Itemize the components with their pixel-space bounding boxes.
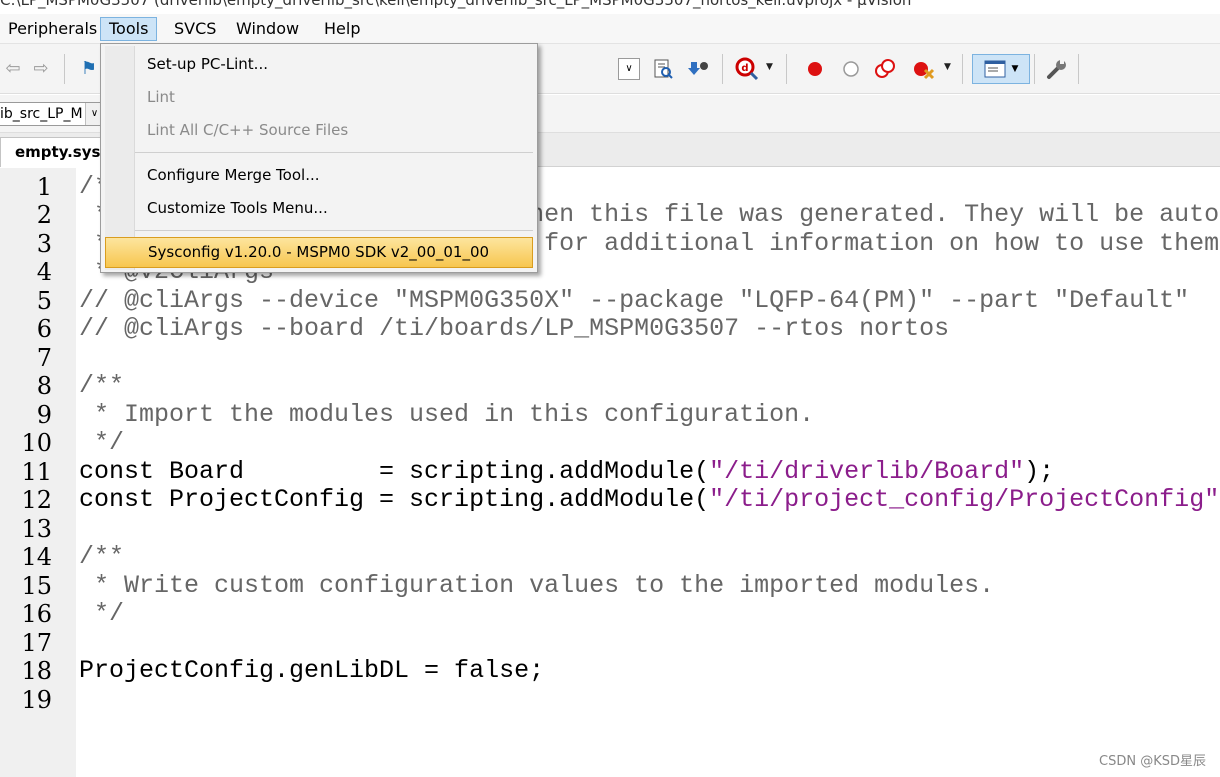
line-number: 2 bbox=[36, 201, 52, 229]
menu-separator bbox=[135, 230, 533, 231]
code-line: * Write custom configuration values to t… bbox=[79, 571, 995, 600]
configure-icon[interactable] bbox=[1044, 56, 1070, 82]
line-number: 16 bbox=[21, 600, 52, 628]
breakpoint-insert-icon[interactable] bbox=[802, 56, 828, 82]
code-line: * Import the modules used in this config… bbox=[79, 400, 815, 429]
menu-item-lint[interactable]: Lint bbox=[105, 82, 533, 113]
menu-svcs[interactable]: SVCS bbox=[166, 17, 224, 41]
line-number: 1 bbox=[36, 173, 52, 201]
line-number: 3 bbox=[36, 230, 52, 258]
code-line: ProjectConfig.genLibDL = false; bbox=[79, 656, 545, 685]
menu-item-customize-tools-menu[interactable]: Customize Tools Menu... bbox=[105, 193, 533, 224]
line-number: 6 bbox=[36, 315, 52, 343]
menu-window[interactable]: Window bbox=[228, 17, 307, 41]
line-number: 14 bbox=[21, 543, 52, 571]
breakpoint-disable-all-icon[interactable] bbox=[872, 56, 898, 82]
line-number: 10 bbox=[21, 429, 52, 457]
watermark: CSDN @KSD星辰 bbox=[1099, 754, 1206, 769]
line-number: 12 bbox=[21, 486, 52, 514]
line-number: 9 bbox=[36, 401, 52, 429]
line-number: 7 bbox=[36, 344, 52, 372]
target-select-value: ib_src_LP_M bbox=[0, 106, 83, 122]
toolbar-separator bbox=[962, 54, 963, 84]
menu-bar: Peripherals Tools SVCS Window Help bbox=[0, 14, 1220, 44]
line-number: 8 bbox=[36, 372, 52, 400]
back-icon[interactable]: ⇦ bbox=[0, 56, 26, 82]
line-number: 17 bbox=[21, 629, 52, 657]
code-line: // @cliArgs --board /ti/boards/LP_MSPM0G… bbox=[79, 314, 950, 343]
toolbar-separator bbox=[722, 54, 723, 84]
code-line: const Board = scripting.addModule("/ti/d… bbox=[79, 458, 1054, 486]
code-line: /** bbox=[79, 371, 125, 400]
breakpoint-disable-icon[interactable] bbox=[838, 56, 864, 82]
chevron-down-icon[interactable]: ▼ bbox=[766, 62, 773, 72]
line-number-gutter: 1 2 3 4 5 6 7 8 9 10 11 12 13 14 15 16 1… bbox=[0, 168, 76, 777]
svg-text:d: d bbox=[741, 63, 748, 74]
menu-item-setup-pc-lint[interactable]: Set-up PC-Lint... bbox=[105, 49, 533, 80]
forward-icon[interactable]: ⇨ bbox=[28, 56, 54, 82]
line-number: 19 bbox=[21, 686, 52, 714]
toolbar-separator bbox=[64, 54, 65, 84]
code-line: const ProjectConfig = scripting.addModul… bbox=[79, 486, 1220, 514]
menu-help[interactable]: Help bbox=[316, 17, 368, 41]
breakpoint-kill-all-icon[interactable] bbox=[910, 56, 936, 82]
menu-item-lint-all[interactable]: Lint All C/C++ Source Files bbox=[105, 115, 533, 146]
window-title-bar: C:\LP_MSPM0G3507 (driverlib\empty_driver… bbox=[0, 0, 1220, 14]
window-layout-icon[interactable]: ▼ bbox=[972, 54, 1030, 84]
code-line: // @cliArgs --device "MSPM0G350X" --pack… bbox=[79, 286, 1190, 315]
toolbar-separator bbox=[1078, 54, 1079, 84]
toolbar-separator bbox=[786, 54, 787, 84]
code-token: ); bbox=[1024, 457, 1055, 486]
code-token: const Board = scripting.addModule( bbox=[79, 457, 710, 486]
code-line: /** bbox=[79, 542, 125, 571]
find-in-files-icon[interactable] bbox=[650, 56, 676, 82]
find-combo-icon[interactable]: ∨ bbox=[618, 58, 640, 80]
string-literal: "/ti/driverlib/Board" bbox=[709, 457, 1025, 486]
tools-menu-dropdown: Set-up PC-Lint... Lint Lint All C/C++ So… bbox=[100, 43, 538, 273]
debug-session-icon[interactable]: d bbox=[734, 56, 760, 82]
menu-separator bbox=[135, 152, 533, 153]
line-number: 15 bbox=[21, 572, 52, 600]
menu-item-configure-merge-tool[interactable]: Configure Merge Tool... bbox=[105, 160, 533, 191]
tab-empty-syscfg[interactable]: empty.sysc bbox=[0, 137, 110, 167]
target-select[interactable]: ib_src_LP_M ∨ bbox=[0, 102, 104, 126]
chevron-down-icon[interactable]: ▼ bbox=[944, 62, 951, 72]
code-token: const ProjectConfig = scripting.addModul… bbox=[79, 485, 710, 514]
bookmark-icon[interactable]: ⚑ bbox=[76, 56, 102, 82]
window-title: C:\LP_MSPM0G3507 (driverlib\empty_driver… bbox=[0, 0, 912, 9]
line-number: 5 bbox=[36, 287, 52, 315]
code-line: */ bbox=[79, 428, 125, 457]
code-line: */ bbox=[79, 599, 125, 628]
toolbar-separator bbox=[1034, 54, 1035, 84]
menu-peripherals[interactable]: Peripherals bbox=[0, 17, 105, 41]
string-literal: "/ti/project_config/ProjectConfig" bbox=[709, 485, 1220, 514]
line-number: 11 bbox=[21, 458, 52, 486]
line-number: 18 bbox=[21, 657, 52, 685]
incremental-find-icon[interactable] bbox=[686, 56, 712, 82]
line-number: 4 bbox=[36, 258, 52, 286]
menu-item-sysconfig[interactable]: Sysconfig v1.20.0 - MSPM0 SDK v2_00_01_0… bbox=[105, 237, 533, 268]
line-number: 13 bbox=[21, 515, 52, 543]
menu-tools[interactable]: Tools bbox=[100, 17, 158, 41]
